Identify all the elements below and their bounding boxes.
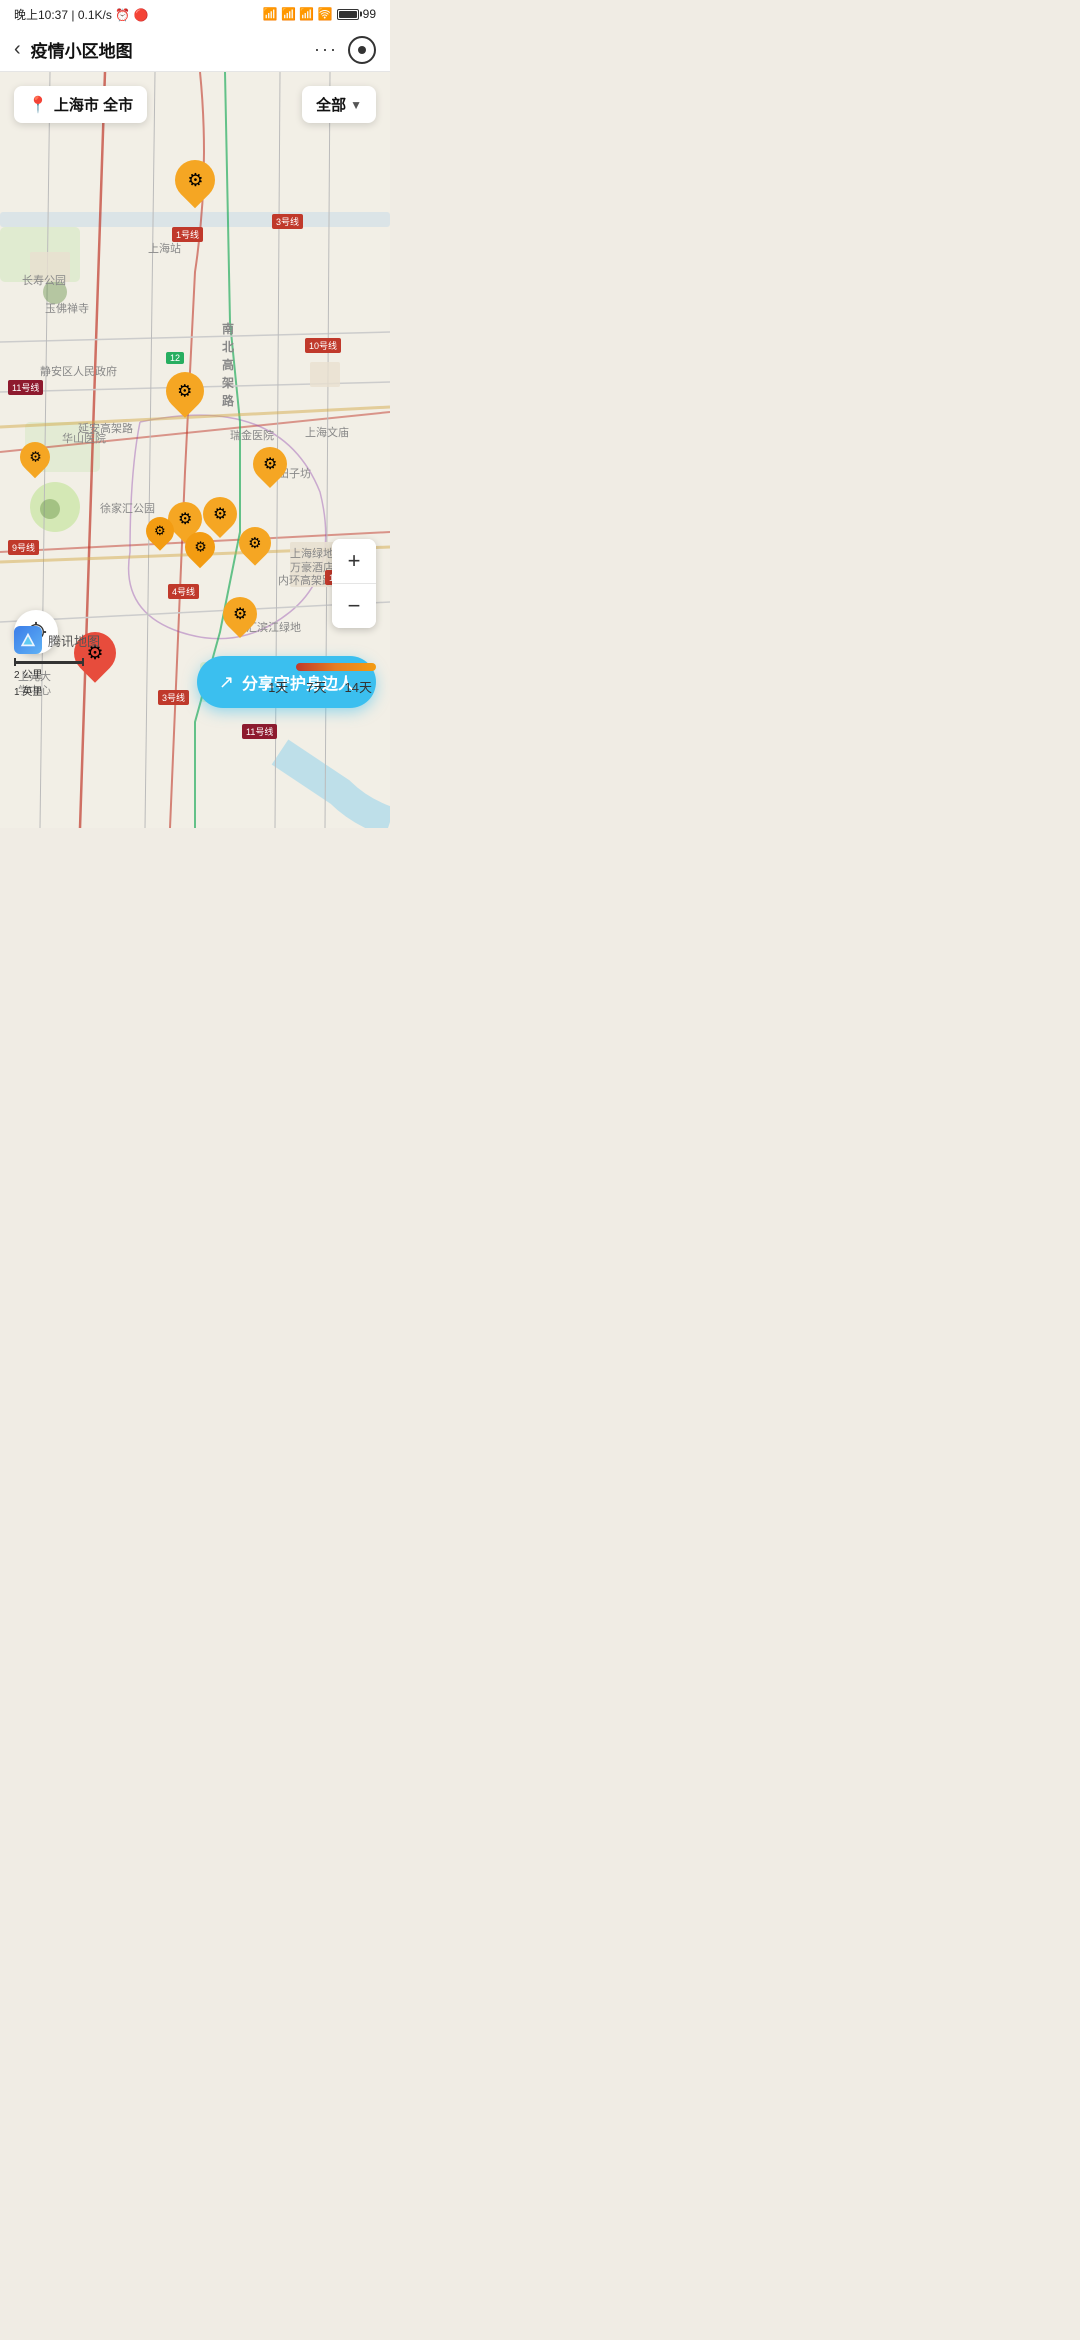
zoom-out-button[interactable]: − [332,584,376,628]
nav-bar: ‹ 疫情小区地图 ··· [0,28,390,72]
time-14day-button[interactable]: 14天 [341,675,376,698]
battery-icon [337,9,359,20]
location-filter-label: 上海市 全市 [54,94,133,115]
map-attribution: 腾讯地图 [14,626,100,654]
location-pin-icon: 📍 [28,95,48,115]
page-title: 疫情小区地图 [31,37,304,62]
time-7day-button[interactable]: 7天 [302,675,330,698]
category-filter-label: 全部 [316,94,346,115]
status-time: 晚上10:37 | 0.1K/s ⏰ 🔴 [14,6,148,23]
more-button[interactable]: ··· [304,39,348,60]
map-pin[interactable]: ⚙ [223,597,257,631]
scale-km-label: 2 公里 [14,666,84,681]
time-legend-bar [296,663,376,671]
map-pin[interactable]: ⚙ [175,160,215,200]
scale-line [14,661,84,664]
time-filter: 1天 7天 14天 [264,663,376,698]
map-pin[interactable]: 12 ⚙ [166,372,204,410]
map-pin[interactable]: ⚙ [20,442,50,472]
map-pin[interactable]: ⚙ [146,517,174,545]
map-view[interactable]: 📍 上海市 全市 全部 ▼ ⚙ 12 ⚙ ⚙ ⚙ ⚙ [0,72,390,828]
chevron-down-icon: ▼ [350,98,362,112]
time-1day-button[interactable]: 1天 [264,675,292,698]
time-buttons: 1天 7天 14天 [264,675,376,698]
map-provider-label: 腾讯地图 [48,631,100,650]
scale-bar: 2 公里 1 英里 [14,661,84,698]
map-pin[interactable]: ⚙ [203,497,237,531]
scale-mile-label: 1 英里 [14,683,84,698]
target-button[interactable] [348,36,376,64]
share-icon: ↗ [219,672,234,693]
map-pin[interactable]: ⚙ [239,527,271,559]
zoom-controls: + − [332,539,376,628]
status-icons: 📶 📶 📶 🛜 99 [263,7,376,21]
category-filter-button[interactable]: 全部 ▼ [302,86,376,123]
back-button[interactable]: ‹ [14,38,31,61]
map-pin[interactable]: ⚙ [253,447,287,481]
time-legend [296,663,376,671]
zoom-in-button[interactable]: + [332,539,376,583]
tencent-logo-icon [14,626,42,654]
target-icon [358,46,366,54]
status-bar: 晚上10:37 | 0.1K/s ⏰ 🔴 📶 📶 📶 🛜 99 [0,0,390,28]
map-pin[interactable]: ⚙ [185,532,215,562]
location-filter-button[interactable]: 📍 上海市 全市 [14,86,147,123]
